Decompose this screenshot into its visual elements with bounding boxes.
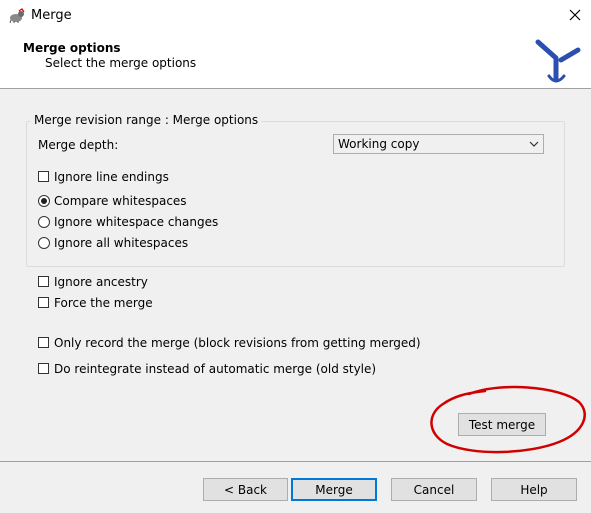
ignore-ancestry-checkbox[interactable] bbox=[38, 276, 49, 287]
force-merge-label: Force the merge bbox=[54, 296, 153, 310]
page-title: Merge options bbox=[23, 41, 121, 55]
annotation-circle bbox=[429, 384, 587, 456]
merge-depth-label: Merge depth: bbox=[38, 138, 119, 152]
force-merge-checkbox[interactable] bbox=[38, 297, 49, 308]
ignore-whitespace-changes-label: Ignore whitespace changes bbox=[54, 215, 219, 229]
app-icon bbox=[8, 8, 26, 24]
record-only-checkbox[interactable] bbox=[38, 337, 49, 348]
close-button[interactable] bbox=[560, 3, 590, 27]
merge-depth-select[interactable]: Working copy bbox=[333, 134, 544, 154]
ignore-line-endings-checkbox[interactable] bbox=[38, 171, 49, 182]
cancel-button[interactable]: Cancel bbox=[391, 478, 477, 501]
window-title: Merge bbox=[31, 8, 72, 23]
merge-logo-icon bbox=[534, 36, 584, 86]
close-icon bbox=[569, 9, 581, 21]
group-title: Merge revision range : Merge options bbox=[31, 113, 262, 127]
compare-whitespaces-radio[interactable] bbox=[38, 195, 50, 207]
chevron-down-icon bbox=[528, 138, 540, 150]
ignore-line-endings-label: Ignore line endings bbox=[54, 170, 169, 184]
back-button[interactable]: < Back bbox=[203, 478, 288, 501]
merge-button[interactable]: Merge bbox=[291, 478, 377, 501]
footer-divider bbox=[0, 461, 591, 462]
help-button[interactable]: Help bbox=[491, 478, 577, 501]
page-subtitle: Select the merge options bbox=[45, 56, 197, 70]
ignore-all-whitespaces-label: Ignore all whitespaces bbox=[54, 236, 189, 250]
ignore-ancestry-label: Ignore ancestry bbox=[54, 275, 148, 289]
reintegrate-label: Do reintegrate instead of automatic merg… bbox=[54, 362, 377, 376]
reintegrate-checkbox[interactable] bbox=[38, 363, 49, 374]
ignore-all-whitespaces-radio[interactable] bbox=[38, 237, 50, 249]
record-only-label: Only record the merge (block revisions f… bbox=[54, 336, 421, 350]
title-bar: Merge bbox=[0, 0, 591, 31]
ignore-whitespace-changes-radio[interactable] bbox=[38, 216, 50, 228]
compare-whitespaces-label: Compare whitespaces bbox=[54, 194, 187, 208]
wizard-header: Merge options Select the merge options bbox=[0, 31, 591, 89]
merge-depth-value: Working copy bbox=[338, 137, 420, 151]
